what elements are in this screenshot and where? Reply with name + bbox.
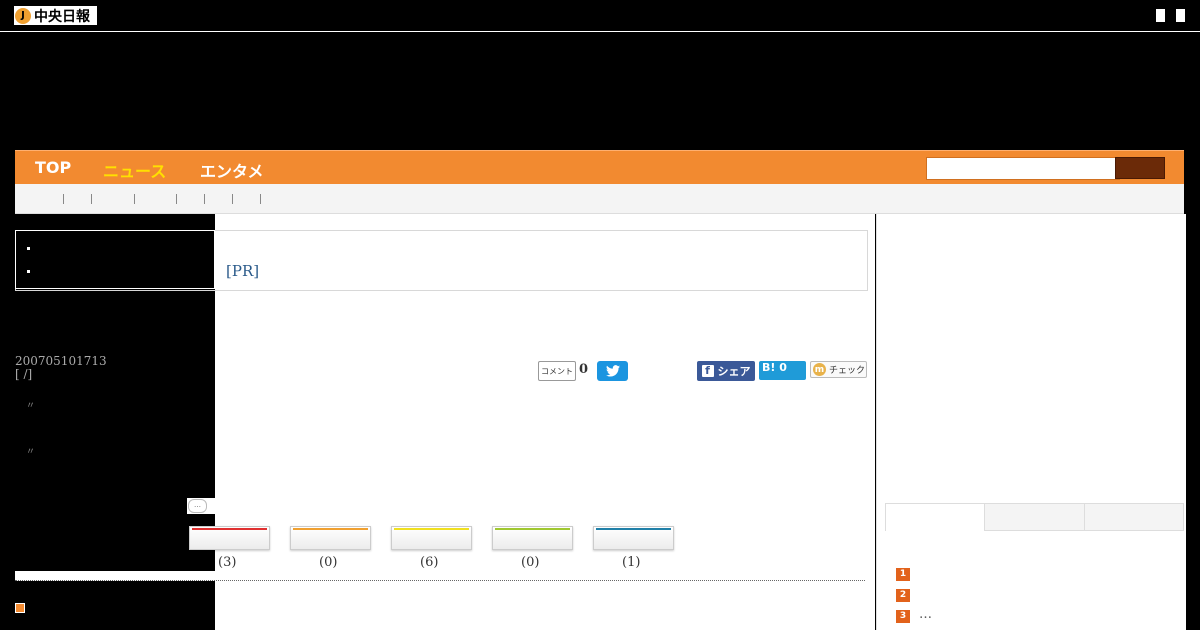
reaction-button[interactable]	[593, 526, 674, 550]
mixi-check-label: チェック	[829, 366, 866, 376]
rank-number-2: 2	[896, 589, 910, 602]
nav-item-entertainment[interactable]: エンタメ	[200, 158, 264, 182]
rank-number-3: 3	[896, 610, 910, 623]
article-meta: 200705101713 [ /]	[15, 355, 107, 381]
twitter-bird-icon	[605, 365, 620, 377]
comment-count: 0	[579, 362, 589, 377]
twitter-button[interactable]	[597, 361, 628, 381]
subnav-separator	[91, 194, 92, 204]
reaction-count: (0)	[319, 555, 338, 570]
global-nav: TOP ニュース エンタメ	[15, 150, 1184, 184]
reaction-count: (1)	[622, 555, 641, 570]
logo-text: 中央日報	[34, 8, 90, 25]
mixi-check-button[interactable]: m チェック	[810, 361, 867, 378]
article-source: [ /]	[15, 367, 33, 381]
quote-mark: 〃	[26, 447, 36, 457]
hatena-bookmark-button[interactable]: B! 0	[759, 361, 806, 380]
reaction-button[interactable]	[189, 526, 270, 550]
ranking-tab-3[interactable]	[1084, 503, 1184, 531]
topbar-button-1[interactable]	[1156, 9, 1165, 22]
subnav-separator	[134, 194, 135, 204]
sub-nav	[15, 184, 1184, 214]
list-bullet	[27, 247, 30, 250]
reaction-button[interactable]	[391, 526, 472, 550]
ranking-item-3[interactable]: …	[919, 607, 932, 622]
pr-box-left	[15, 230, 215, 289]
subnav-separator	[176, 194, 177, 204]
reaction-count: (6)	[420, 555, 439, 570]
rank-number-1: 1	[896, 568, 910, 581]
site-logo[interactable]: J 中央日報	[14, 6, 97, 25]
facebook-share-label: シェア	[717, 365, 751, 378]
top-bar: J 中央日報	[0, 0, 1200, 32]
search-button[interactable]	[1115, 157, 1165, 179]
mixi-icon: m	[813, 363, 826, 376]
reaction-count: (3)	[218, 555, 237, 570]
list-bullet	[27, 270, 30, 273]
subnav-separator	[232, 194, 233, 204]
nav-item-top[interactable]: TOP	[35, 158, 71, 177]
reaction-count: (0)	[521, 555, 540, 570]
facebook-share-button[interactable]: f シェア	[697, 361, 755, 381]
subnav-separator	[63, 194, 64, 204]
search-input[interactable]	[926, 157, 1120, 180]
reaction-button[interactable]	[290, 526, 371, 550]
dotted-divider	[15, 580, 865, 581]
side-column	[876, 214, 1186, 630]
logo-mark-icon: J	[15, 7, 31, 24]
related-item-icon	[15, 603, 25, 613]
subnav-separator	[204, 194, 205, 204]
facebook-icon: f	[701, 364, 714, 377]
nav-item-news[interactable]: ニュース	[103, 158, 166, 182]
ranking-tabs	[885, 503, 1184, 531]
speech-bubble-icon: …	[188, 499, 207, 513]
pr-label[interactable]: [PR]	[226, 262, 259, 280]
quote-mark: 〃	[26, 401, 36, 411]
comment-button[interactable]: コメント	[538, 361, 576, 381]
subnav-separator	[260, 194, 261, 204]
topbar-button-2[interactable]	[1176, 9, 1185, 22]
ranking-tab-1[interactable]	[885, 503, 985, 531]
ranking-tab-2[interactable]	[984, 503, 1085, 531]
reaction-button[interactable]	[492, 526, 573, 550]
